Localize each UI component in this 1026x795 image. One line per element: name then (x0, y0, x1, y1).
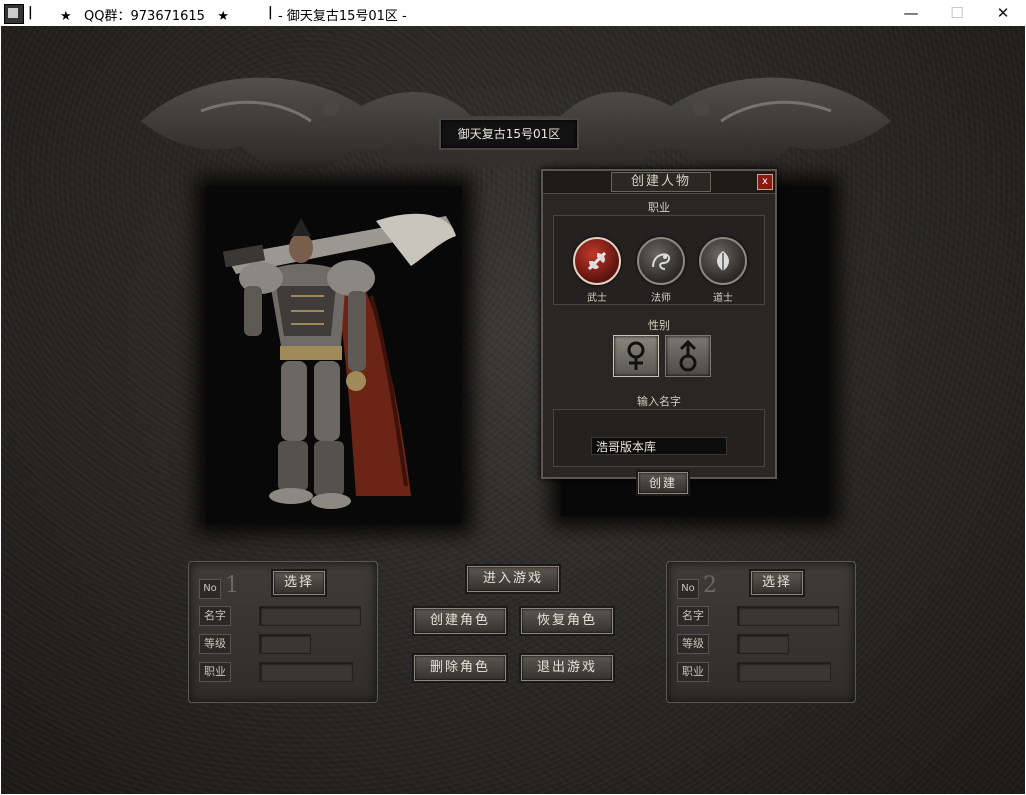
class-taoist-button[interactable] (699, 237, 747, 285)
warrior-character-figure (222, 213, 456, 509)
slot-2-level-field (737, 634, 789, 654)
slot-number: 2 (703, 573, 717, 598)
class-taoist-label: 道士 (713, 293, 733, 304)
slot-1-class-field (259, 662, 353, 682)
slot-1-level-field (259, 634, 311, 654)
class-section-label: 职业 (648, 201, 670, 214)
name-section-label: 输入名字 (637, 395, 681, 408)
maximize-button[interactable]: ☐ (934, 0, 980, 26)
close-window-button[interactable]: ✕ (980, 0, 1026, 26)
restore-role-button[interactable]: 恢复角色 (521, 608, 613, 634)
class-mage-label: 法师 (651, 293, 671, 304)
slot-level-label: 等级 (199, 634, 231, 654)
window-title-right: - 御天复古15号01区 - (278, 9, 407, 24)
character-name-input[interactable]: 浩哥版本库 (591, 437, 727, 455)
male-symbol-icon (679, 339, 697, 372)
class-warrior-label: 武士 (587, 293, 607, 304)
slot-no-label: No (199, 579, 221, 599)
gender-female-button[interactable] (613, 335, 659, 377)
gender-male-button[interactable] (665, 335, 711, 377)
app-icon (4, 4, 24, 24)
delete-role-button[interactable]: 删除角色 (414, 655, 506, 681)
character-slot-2: No 2 选择 名字 等级 职业 (666, 561, 856, 703)
create-character-dialog: 创建人物 x 职业 武士 法师 道士 性别 输入名字 浩哥版本库 创建 (541, 169, 777, 494)
slot-class-label: 职业 (677, 662, 709, 682)
slot-1-name-field (259, 606, 361, 626)
class-mage-button[interactable] (637, 237, 685, 285)
slot-1-select-button[interactable]: 选择 (273, 571, 325, 595)
dialog-header: 创建人物 x (543, 171, 775, 194)
slot-2-select-button[interactable]: 选择 (751, 571, 803, 595)
female-symbol-icon (627, 341, 645, 370)
enter-game-button[interactable]: 进入游戏 (467, 566, 559, 592)
character-slot-1: No 1 选择 名字 等级 职业 (188, 561, 378, 703)
title-separator: | (28, 5, 33, 20)
server-name-label: 御天复古15号01区 (439, 118, 579, 150)
warrior-axe-icon (587, 251, 607, 271)
slot-no-label: No (677, 579, 699, 599)
taoist-feather-icon (717, 251, 729, 271)
slot-2-class-field (737, 662, 831, 682)
window-title-bar: | ★ QQ群：973671615 ★ | - 御天复古15号01区 - — ☐… (0, 0, 1026, 26)
create-character-button[interactable]: 创建 (638, 472, 688, 494)
slot-2-name-field (737, 606, 839, 626)
gender-section-label: 性别 (648, 319, 670, 332)
exit-game-button[interactable]: 退出游戏 (521, 655, 613, 681)
minimize-button[interactable]: — (888, 0, 934, 26)
class-warrior-button[interactable] (573, 237, 621, 285)
slot-name-label: 名字 (677, 606, 709, 626)
slot-number: 1 (225, 573, 239, 598)
mage-dragon-icon (652, 253, 671, 270)
slot-level-label: 等级 (677, 634, 709, 654)
title-separator-2: | (268, 5, 273, 20)
dialog-title: 创建人物 (611, 172, 711, 192)
dialog-close-button[interactable]: x (757, 174, 773, 190)
game-screen: 御天复古15号01区 创建人物 x 职业 武士 法师 道士 性别 输入名字 浩哥… (1, 26, 1025, 794)
slot-name-label: 名字 (199, 606, 231, 626)
window-title-left: ★ QQ群：973671615 ★ (60, 9, 230, 24)
slot-class-label: 职业 (199, 662, 231, 682)
create-role-button[interactable]: 创建角色 (414, 608, 506, 634)
